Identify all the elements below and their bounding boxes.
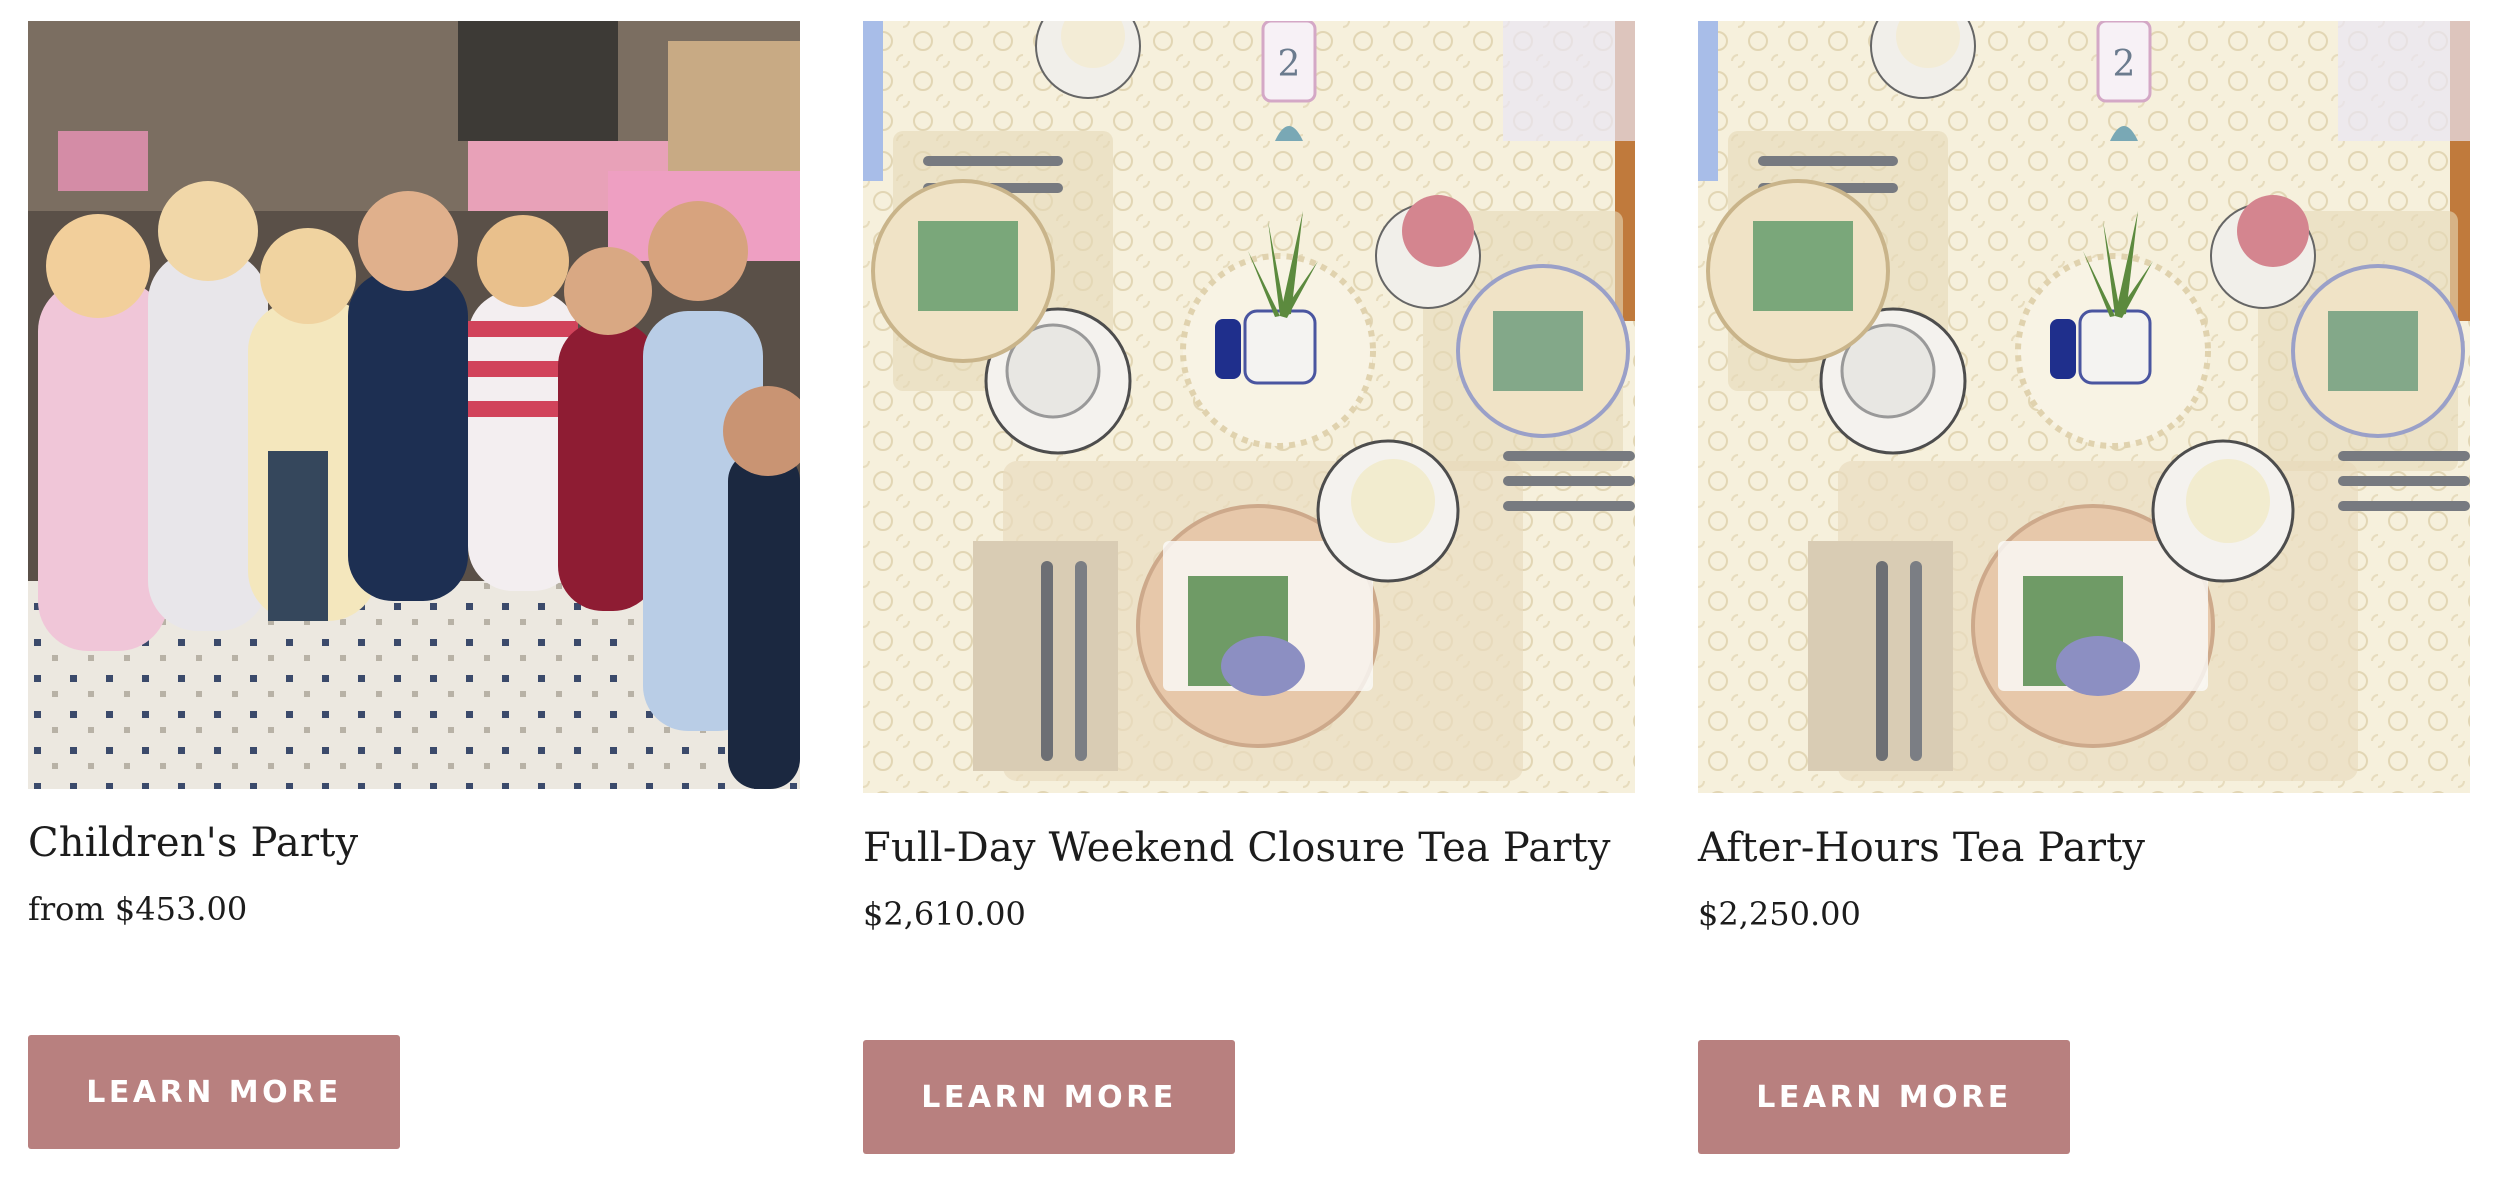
product-price: $2,250.00 (1698, 895, 1861, 933)
product-image-full-day-tea-party[interactable] (863, 21, 1635, 793)
product-title[interactable]: Children's Party (28, 820, 358, 866)
product-card-full-day-weekend-closure-tea-party[interactable]: Full-Day Weekend Closure Tea Party $2,61… (863, 0, 1635, 1191)
product-image-childrens-party[interactable] (28, 21, 800, 789)
product-image-after-hours-tea-party[interactable] (1698, 21, 2470, 793)
tea-table-photo (863, 21, 1635, 793)
learn-more-button[interactable]: LEARN MORE (1698, 1040, 2070, 1154)
tea-table-photo (1698, 21, 2470, 793)
product-price: $2,610.00 (863, 895, 1026, 933)
product-title[interactable]: Full-Day Weekend Closure Tea Party (863, 825, 1611, 871)
learn-more-button[interactable]: LEARN MORE (28, 1035, 400, 1149)
product-card-after-hours-tea-party[interactable]: After-Hours Tea Party $2,250.00 LEARN MO… (1698, 0, 2470, 1191)
children-party-photo (28, 21, 800, 789)
product-card-childrens-party[interactable]: Children's Party from $453.00 LEARN MORE (28, 0, 800, 1191)
learn-more-button[interactable]: LEARN MORE (863, 1040, 1235, 1154)
product-price: from $453.00 (28, 890, 248, 928)
product-title[interactable]: After-Hours Tea Party (1698, 825, 2145, 871)
